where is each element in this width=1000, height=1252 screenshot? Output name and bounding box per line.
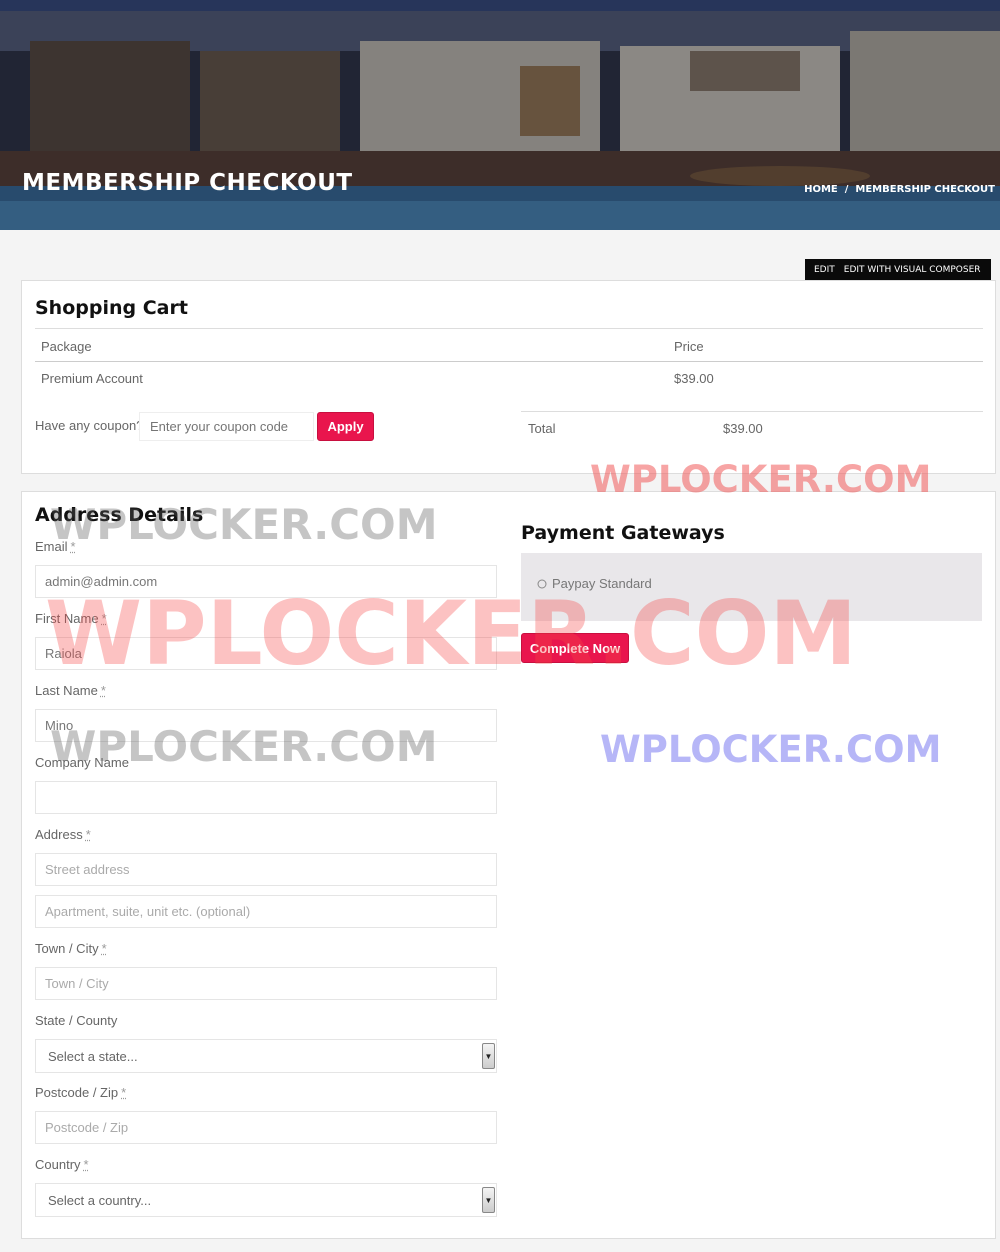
first-name-label: First Name *	[35, 611, 107, 626]
email-field[interactable]	[35, 565, 497, 598]
postcode-field[interactable]	[35, 1111, 497, 1144]
breadcrumb: HOME / MEMBERSHIP CHECKOUT	[804, 184, 995, 195]
complete-now-button[interactable]: Complete Now	[521, 633, 629, 663]
address-panel: Address Details Email* First Name* Last …	[21, 491, 996, 1239]
edit-visual-composer-link[interactable]: EDIT WITH VISUAL COMPOSER	[844, 265, 981, 275]
cart-title: Shopping Cart	[35, 297, 188, 319]
chevron-down-icon[interactable]: ▼	[482, 1043, 495, 1069]
divider	[35, 361, 983, 362]
breadcrumb-home[interactable]: HOME	[804, 184, 838, 195]
first-name-field[interactable]	[35, 637, 497, 670]
package-name: Premium Account	[41, 371, 143, 386]
street-address-field[interactable]	[35, 853, 497, 886]
city-label: Town / City *	[35, 941, 107, 956]
apply-coupon-button[interactable]: Apply	[317, 412, 374, 441]
payment-gateway-list: Paypay Standard	[521, 553, 982, 621]
country-label: Country *	[35, 1157, 89, 1172]
total-label: Total	[528, 421, 556, 436]
top-bar	[0, 0, 1000, 11]
divider	[521, 411, 983, 412]
breadcrumb-separator: /	[844, 184, 849, 195]
company-name-field[interactable]	[35, 781, 497, 814]
payment-title: Payment Gateways	[521, 522, 725, 544]
postcode-label: Postcode / Zip *	[35, 1085, 127, 1100]
edit-link[interactable]: EDIT	[814, 265, 835, 275]
hero-banner: MEMBERSHIP CHECKOUT HOME / MEMBERSHIP CH…	[0, 11, 1000, 230]
country-select[interactable]: Select a country... ▼	[35, 1183, 497, 1217]
state-selected-value: Select a state...	[48, 1048, 138, 1064]
edit-toolbar: EDIT EDIT WITH VISUAL COMPOSER	[805, 259, 991, 280]
apartment-field[interactable]	[35, 895, 497, 928]
shopping-cart-panel: Shopping Cart Package Price Premium Acco…	[21, 280, 996, 474]
breadcrumb-current: MEMBERSHIP CHECKOUT	[855, 184, 995, 195]
address-title: Address Details	[35, 504, 204, 526]
address-label: Address *	[35, 827, 91, 842]
payment-option-label: Paypay Standard	[552, 576, 652, 591]
chevron-down-icon[interactable]: ▼	[482, 1187, 495, 1213]
hero-image	[0, 11, 1000, 230]
country-selected-value: Select a country...	[48, 1192, 152, 1208]
city-field[interactable]	[35, 967, 497, 1000]
page-title: MEMBERSHIP CHECKOUT	[22, 170, 353, 196]
state-label: State / County	[35, 1013, 118, 1028]
column-header-price: Price	[674, 339, 704, 354]
payment-option[interactable]: Paypay Standard	[537, 576, 652, 591]
package-price: $39.00	[674, 371, 714, 386]
last-name-label: Last Name *	[35, 683, 106, 698]
radio-icon[interactable]	[537, 579, 547, 589]
email-label: Email *	[35, 539, 76, 554]
last-name-field[interactable]	[35, 709, 497, 742]
company-name-label: Company Name	[35, 755, 129, 770]
column-header-package: Package	[41, 339, 92, 354]
total-value: $39.00	[723, 421, 763, 436]
state-select[interactable]: Select a state... ▼	[35, 1039, 497, 1073]
coupon-input[interactable]	[139, 412, 314, 441]
coupon-label: Have any coupon?	[35, 418, 144, 433]
divider	[35, 328, 983, 329]
